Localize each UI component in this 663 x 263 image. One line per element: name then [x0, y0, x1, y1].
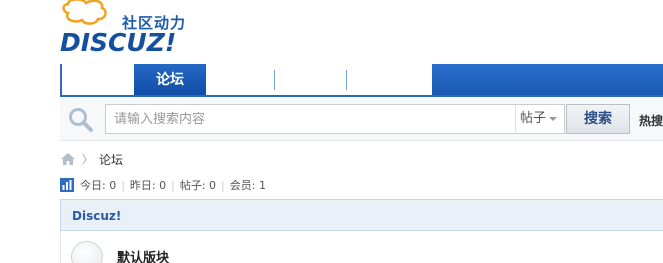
hot-search-label: 热搜 — [639, 114, 663, 128]
search-type-value: 帖子 — [520, 111, 547, 126]
forum-row: 默认版块 — [60, 231, 663, 263]
nav-tab-forum[interactable]: 论坛 — [134, 64, 206, 96]
forum-icon[interactable] — [71, 241, 103, 263]
search-bar: 帖子 搜索 热搜 — [60, 97, 663, 141]
stat-members: 会员: 1 — [229, 179, 266, 192]
bar-chart-icon — [60, 178, 74, 192]
nav-divider — [346, 70, 347, 90]
stat-separator: | — [121, 178, 125, 192]
nav-divider — [274, 70, 275, 90]
forum-stats: 今日: 0 | 昨日: 0 | 帖子: 0 | 会员: 1 — [60, 177, 266, 193]
search-type-select[interactable]: 帖子 — [515, 104, 565, 134]
search-button[interactable]: 搜索 — [566, 104, 630, 134]
category-title[interactable]: Discuz! — [72, 209, 121, 223]
breadcrumb-current[interactable]: 论坛 — [99, 151, 123, 168]
main-nav: 论坛 — [60, 64, 663, 96]
search-icon — [69, 108, 93, 132]
stat-posts: 帖子: 0 — [179, 179, 217, 192]
search-input[interactable] — [106, 105, 514, 133]
chevron-down-icon — [549, 116, 558, 121]
breadcrumb-separator: 〉 — [82, 153, 93, 166]
stat-separator: | — [221, 178, 225, 192]
logo-bubble-icon — [62, 0, 107, 25]
breadcrumb: 〉 论坛 — [60, 150, 123, 168]
stat-yesterday: 昨日: 0 — [129, 179, 167, 192]
home-icon[interactable] — [60, 152, 76, 166]
logo-wordmark: DISCUZ! — [60, 28, 177, 57]
stat-separator: | — [171, 178, 175, 192]
nav-right-panel — [432, 64, 663, 96]
site-logo[interactable]: 社区动力 DISCUZ! — [60, 0, 200, 60]
forum-name[interactable]: 默认版块 — [117, 247, 169, 263]
search-box — [105, 104, 517, 134]
stat-today: 今日: 0 — [80, 179, 117, 192]
category-header: Discuz! — [60, 199, 663, 231]
